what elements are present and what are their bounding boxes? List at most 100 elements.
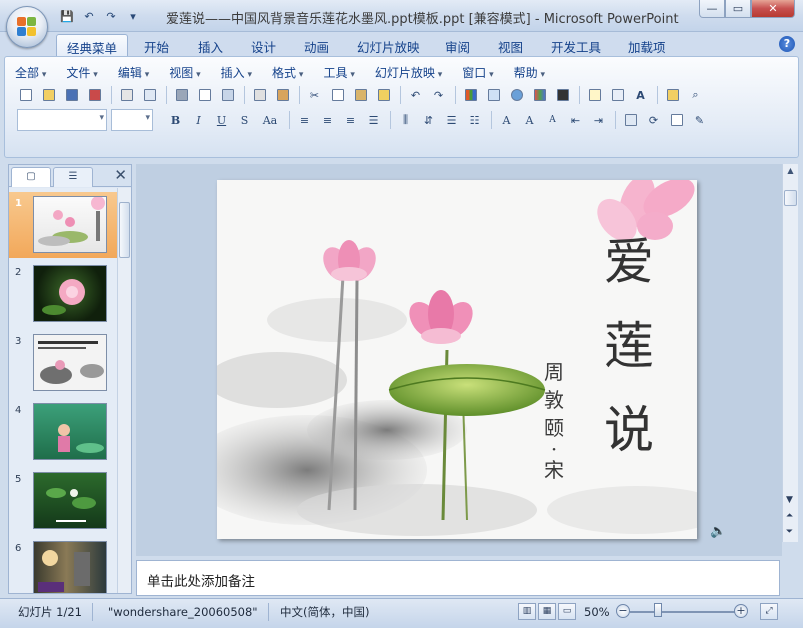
- redo-icon[interactable]: ↷: [428, 85, 449, 105]
- slide-thumbnail-3[interactable]: 3: [9, 330, 117, 396]
- menu-format[interactable]: 格式: [272, 64, 303, 81]
- slide-thumbnail-4[interactable]: 4: [9, 399, 117, 465]
- color-grayscale-icon[interactable]: [529, 85, 550, 105]
- normal-view-icon[interactable]: ▥: [518, 603, 536, 620]
- insert-table-icon[interactable]: [483, 85, 504, 105]
- maximize-button[interactable]: ▭: [725, 0, 751, 18]
- editor-scrollbar[interactable]: ▲: [782, 164, 798, 542]
- tab-view[interactable]: 视图: [488, 34, 533, 56]
- align-left-icon[interactable]: ≡: [294, 110, 315, 130]
- shrink-font-icon[interactable]: A: [542, 110, 563, 130]
- research-icon[interactable]: [272, 85, 293, 105]
- font-name-combo[interactable]: [17, 109, 107, 131]
- slide-thumbnail-1[interactable]: 1: [9, 192, 117, 258]
- justify-icon[interactable]: ☰: [363, 110, 384, 130]
- text-direction-icon[interactable]: ⇵: [418, 110, 439, 130]
- theme-name[interactable]: "wondershare_20060508": [100, 602, 266, 622]
- new-icon[interactable]: [15, 85, 36, 105]
- menu-slide-show[interactable]: 幻灯片放映: [375, 64, 442, 81]
- menu-window[interactable]: 窗口: [462, 64, 493, 81]
- insert-chart-icon[interactable]: [460, 85, 481, 105]
- bullets-icon[interactable]: ☰: [441, 110, 462, 130]
- shape-fill-icon[interactable]: [620, 110, 641, 130]
- fit-to-window-icon[interactable]: ⤢: [760, 603, 778, 620]
- tab-review[interactable]: 审阅: [435, 34, 480, 56]
- zoom-slider-thumb[interactable]: [654, 603, 662, 617]
- format-painter-icon[interactable]: [373, 85, 394, 105]
- save-icon[interactable]: 💾: [58, 7, 76, 25]
- bold-icon[interactable]: B: [165, 110, 186, 130]
- minimize-button[interactable]: —: [699, 0, 725, 18]
- language-indicator[interactable]: 中文(简体，中国): [272, 602, 377, 622]
- menu-edit[interactable]: 编辑: [118, 64, 149, 81]
- columns-icon[interactable]: ⫼: [395, 110, 416, 130]
- tab-slide-show[interactable]: 幻灯片放映: [347, 34, 430, 56]
- tab-home[interactable]: 开始: [134, 34, 179, 56]
- underline-icon[interactable]: U: [211, 110, 232, 130]
- menu-file[interactable]: 文件: [66, 64, 97, 81]
- folder-icon[interactable]: [662, 85, 683, 105]
- notes-pane[interactable]: 单击此处添加备注: [136, 560, 780, 596]
- cut-icon[interactable]: ✂: [304, 85, 325, 105]
- slide-show-view-icon[interactable]: ▭: [558, 603, 576, 620]
- current-slide[interactable]: 爱 莲 说 周 敦 颐 · 宋: [217, 180, 697, 539]
- redo-icon[interactable]: ↷: [102, 7, 120, 25]
- tab-design[interactable]: 设计: [241, 34, 286, 56]
- align-center-icon[interactable]: ≡: [317, 110, 338, 130]
- tab-classic-menu[interactable]: 经典菜单: [56, 34, 129, 56]
- font-size-combo[interactable]: [111, 109, 153, 131]
- export-icon[interactable]: [139, 85, 160, 105]
- menu-insert[interactable]: 插入: [221, 64, 252, 81]
- tab-outline[interactable]: ☰: [53, 167, 93, 187]
- slide-title[interactable]: 爱 莲 说: [599, 220, 659, 472]
- previous-slide-icon[interactable]: ⏶: [782, 508, 797, 524]
- panel-close-icon[interactable]: ✕: [114, 166, 127, 184]
- tab-slides[interactable]: ▢: [11, 167, 51, 187]
- text-box-icon[interactable]: A: [630, 85, 651, 105]
- decrease-indent-icon[interactable]: ⇤: [565, 110, 586, 130]
- open-icon[interactable]: [38, 85, 59, 105]
- menu-help[interactable]: 帮助: [514, 64, 545, 81]
- tab-insert[interactable]: 插入: [188, 34, 233, 56]
- slide-author[interactable]: 周 敦 颐 · 宋: [539, 358, 569, 484]
- new-slide-icon[interactable]: [584, 85, 605, 105]
- zoom-icon[interactable]: ⌕: [685, 85, 706, 105]
- align-right-icon[interactable]: ≡: [340, 110, 361, 130]
- menu-view[interactable]: 视图: [169, 64, 200, 81]
- undo-icon[interactable]: ↶: [80, 7, 98, 25]
- zoom-level[interactable]: 50%: [576, 602, 618, 622]
- zoom-out-icon[interactable]: −: [616, 604, 630, 618]
- zoom-in-icon[interactable]: +: [734, 604, 748, 618]
- scroll-up-icon[interactable]: ▲: [783, 164, 798, 178]
- scroll-down-icon[interactable]: ▼: [782, 492, 797, 508]
- zoom-slider[interactable]: [630, 611, 740, 613]
- slide-thumbnail-5[interactable]: 5: [9, 468, 117, 534]
- help-icon[interactable]: ?: [779, 36, 795, 52]
- office-button[interactable]: [6, 6, 48, 48]
- scrollbar-thumb[interactable]: [784, 190, 797, 206]
- print-preview-icon[interactable]: [194, 85, 215, 105]
- email-icon[interactable]: [116, 85, 137, 105]
- grayscale-icon[interactable]: [552, 85, 573, 105]
- next-slide-icon[interactable]: ⏷: [782, 524, 797, 540]
- hyperlink-icon[interactable]: [506, 85, 527, 105]
- customize-qat-icon[interactable]: ▾: [124, 7, 142, 25]
- shadow-icon[interactable]: S: [234, 110, 255, 130]
- undo-icon[interactable]: ↶: [405, 85, 426, 105]
- copy-icon[interactable]: [327, 85, 348, 105]
- page-setup-icon[interactable]: [217, 85, 238, 105]
- slide-thumbnail-2[interactable]: 2: [9, 261, 117, 327]
- scrollbar-thumb[interactable]: [119, 202, 130, 258]
- rotate-icon[interactable]: ⟳: [643, 110, 664, 130]
- increase-indent-icon[interactable]: ⇥: [588, 110, 609, 130]
- slide-layout-icon[interactable]: [607, 85, 628, 105]
- tab-developer[interactable]: 开发工具: [541, 34, 611, 56]
- tab-animations[interactable]: 动画: [294, 34, 339, 56]
- panel-scrollbar[interactable]: [117, 188, 131, 593]
- italic-icon[interactable]: I: [188, 110, 209, 130]
- change-case-icon[interactable]: Aa: [257, 110, 283, 130]
- menu-all[interactable]: 全部: [15, 64, 46, 81]
- grow-font-icon[interactable]: A: [519, 110, 540, 130]
- permission-icon[interactable]: [84, 85, 105, 105]
- print-icon[interactable]: [171, 85, 192, 105]
